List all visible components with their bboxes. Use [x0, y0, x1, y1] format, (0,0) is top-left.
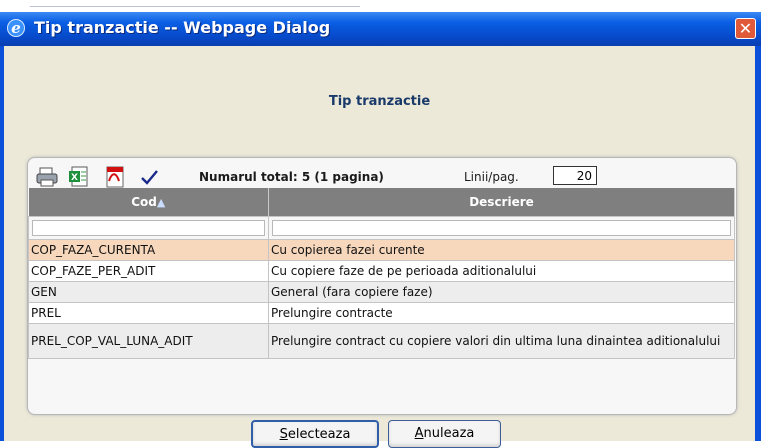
select-button-accesskey: S — [279, 427, 288, 442]
column-header-cod[interactable]: Cod▲ — [28, 188, 269, 217]
dialog-client-area: Tip tranzactie X Numarul total: 5 (1 pag… — [4, 46, 755, 448]
table-row[interactable]: COP_FAZA_CURENTA Cu copierea fazei curen… — [28, 239, 735, 261]
dialog-window: e Tip tranzactie -- Webpage Dialog ✕ Tip… — [0, 12, 761, 448]
printer-icon[interactable] — [36, 166, 58, 188]
rows-per-page-label: Linii/pag. — [464, 170, 519, 184]
cell-descriere: Cu copiere faze de pe perioada aditional… — [268, 260, 735, 282]
title-bar[interactable]: e Tip tranzactie -- Webpage Dialog ✕ — [0, 12, 761, 46]
checkmark-icon[interactable] — [138, 166, 160, 188]
filter-input-descriere[interactable] — [272, 220, 731, 236]
excel-icon[interactable]: X — [68, 166, 90, 188]
header-row: Cod▲ Descriere — [28, 188, 735, 217]
cell-descriere: Prelungire contracte — [268, 302, 735, 324]
table-row[interactable]: PREL Prelungire contracte — [28, 302, 735, 324]
window-title: Tip tranzactie -- Webpage Dialog — [34, 18, 331, 37]
pdf-icon[interactable] — [104, 166, 126, 188]
data-grid: Cod▲ Descriere COP_FAZA_CURENTA Cu copie… — [28, 188, 735, 359]
cell-descriere: Prelungire contract cu copiere valori di… — [268, 323, 735, 359]
rows-per-page-input[interactable] — [553, 166, 597, 185]
total-count-text: Numarul total: 5 (1 pagina) — [199, 170, 384, 184]
dialog-heading: Tip tranzactie — [328, 94, 431, 109]
filter-cell-cod — [28, 216, 269, 240]
underlying-page-fragment — [30, 0, 360, 7]
sort-ascending-icon: ▲ — [156, 196, 166, 209]
table-row[interactable]: GEN General (fara copiere faze) — [28, 281, 735, 303]
cell-cod: PREL_COP_VAL_LUNA_ADIT — [28, 323, 269, 359]
cell-cod: GEN — [28, 281, 269, 303]
filter-cell-descriere — [268, 216, 735, 240]
grid-toolbar: X Numarul total: 5 (1 pagina) Linii/pag. — [34, 163, 724, 191]
cell-descriere: General (fara copiere faze) — [268, 281, 735, 303]
table-row[interactable]: COP_FAZE_PER_ADIT Cu copiere faze de pe … — [28, 260, 735, 282]
cell-cod: COP_FAZA_CURENTA — [28, 239, 269, 261]
cell-descriere: Cu copierea fazei curente — [268, 239, 735, 261]
svg-text:X: X — [71, 173, 78, 183]
ie-icon: e — [7, 19, 25, 37]
filter-row — [28, 216, 735, 240]
select-button[interactable]: Selecteaza — [251, 420, 379, 448]
close-button[interactable]: ✕ — [735, 18, 756, 39]
column-header-descriere[interactable]: Descriere — [268, 188, 735, 217]
cell-cod: COP_FAZE_PER_ADIT — [28, 260, 269, 282]
select-button-label: electeaza — [287, 427, 351, 442]
cell-cod: PREL — [28, 302, 269, 324]
cancel-button-label: nuleaza — [423, 426, 475, 441]
grid-panel: X Numarul total: 5 (1 pagina) Linii/pag.… — [27, 157, 737, 415]
cancel-button-accesskey: A — [414, 426, 424, 441]
cancel-button[interactable]: Anuleaza — [388, 420, 501, 448]
table-row[interactable]: PREL_COP_VAL_LUNA_ADIT Prelungire contra… — [28, 323, 735, 359]
filter-input-cod[interactable] — [32, 220, 265, 236]
